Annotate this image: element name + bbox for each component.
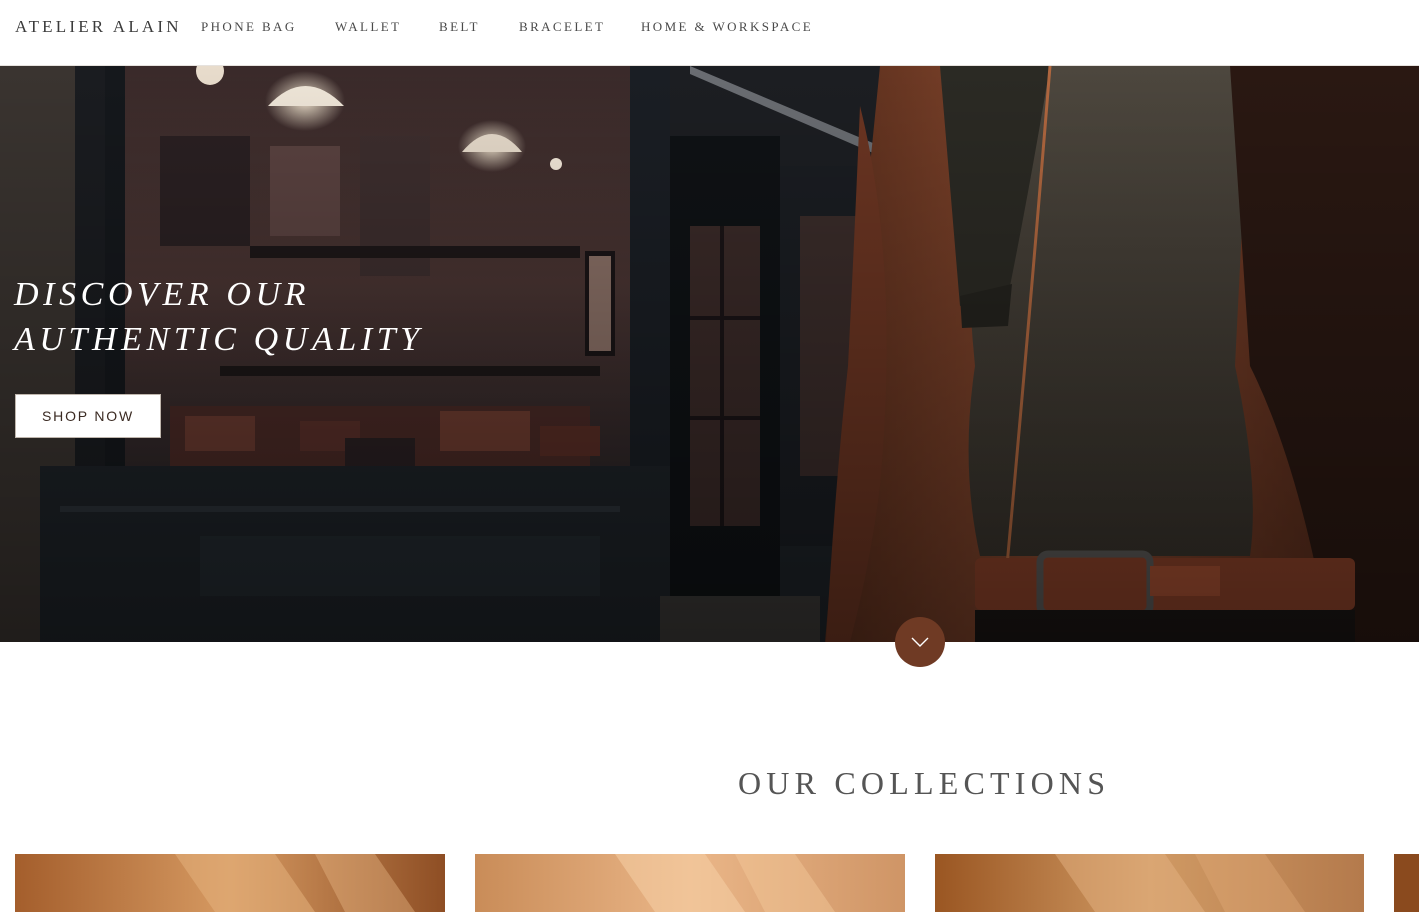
collection-card[interactable] bbox=[475, 854, 905, 912]
collection-image bbox=[475, 854, 905, 912]
collection-image bbox=[1394, 854, 1419, 912]
collection-card[interactable] bbox=[935, 854, 1364, 912]
scroll-down-button[interactable] bbox=[895, 617, 945, 667]
nav-item-phone-bag[interactable]: PHONE BAG bbox=[201, 19, 297, 35]
collections-heading: OUR COLLECTIONS bbox=[738, 765, 1111, 801]
shop-now-button[interactable]: SHOP NOW bbox=[15, 394, 161, 438]
nav-item-bracelet[interactable]: BRACELET bbox=[519, 19, 605, 35]
site-header: ATELIER ALAIN PHONE BAG WALLET BELT BRAC… bbox=[0, 0, 1419, 66]
hero-banner: DISCOVER OUR AUTHENTIC QUALITY SHOP NOW bbox=[0, 66, 1419, 642]
nav-item-wallet[interactable]: WALLET bbox=[335, 19, 401, 35]
collection-image bbox=[935, 854, 1364, 912]
chevron-down-icon bbox=[911, 637, 929, 647]
hero-heading-line-2: AUTHENTIC QUALITY bbox=[14, 321, 424, 358]
brand-logo[interactable]: ATELIER ALAIN bbox=[15, 17, 182, 37]
nav-item-home-workspace[interactable]: HOME & WORKSPACE bbox=[641, 19, 813, 35]
hero-heading-line-1: DISCOVER OUR bbox=[14, 276, 310, 313]
collection-card[interactable] bbox=[15, 854, 445, 912]
collection-card[interactable] bbox=[1394, 854, 1419, 912]
nav-item-belt[interactable]: BELT bbox=[439, 19, 480, 35]
hero-heading: DISCOVER OUR AUTHENTIC QUALITY bbox=[14, 272, 424, 362]
collection-image bbox=[15, 854, 445, 912]
